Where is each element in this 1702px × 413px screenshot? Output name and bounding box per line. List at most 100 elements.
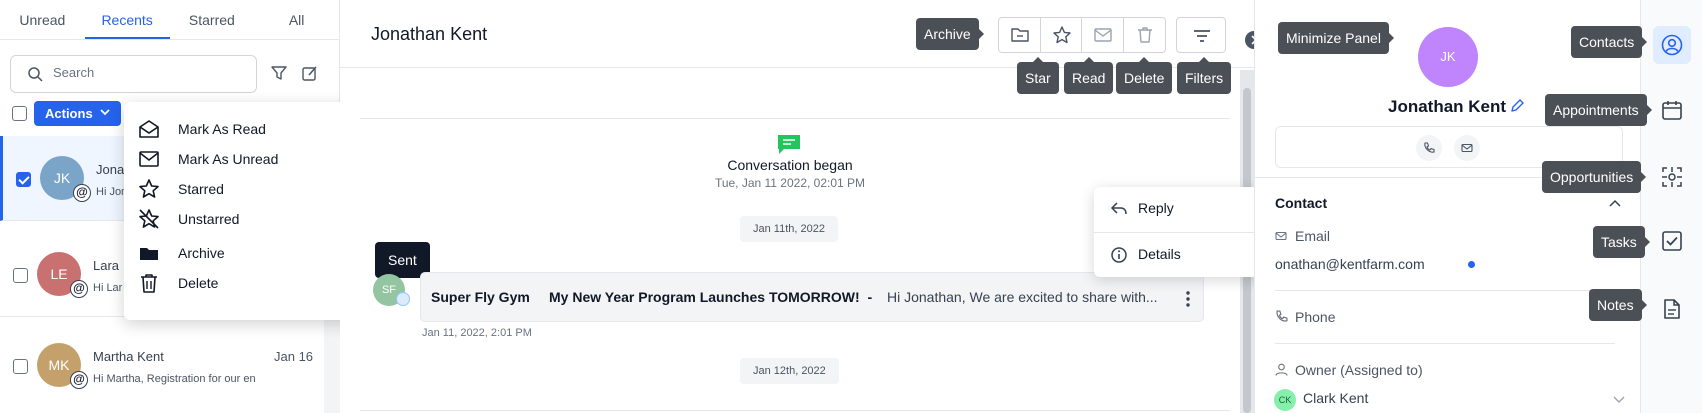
conversation-checkbox[interactable] xyxy=(13,359,28,374)
menu-item-mark-as-unread[interactable]: Mark As Unread xyxy=(138,144,368,174)
message-preview: Hi Jonathan, We are excited to share wit… xyxy=(887,289,1158,305)
star-icon xyxy=(1052,26,1071,44)
phone-icon xyxy=(1424,142,1435,153)
menu-item-label: Unstarred xyxy=(178,211,240,227)
contact-section-title[interactable]: Contact xyxy=(1275,195,1327,211)
actions-button[interactable]: Actions xyxy=(34,101,121,126)
tasks-tooltip: Tasks xyxy=(1593,226,1650,258)
user-circle-icon xyxy=(1661,34,1683,56)
read-tooltip: Read xyxy=(1064,57,1114,94)
email-channel-icon: @ xyxy=(73,184,91,202)
menu-item-label: Delete xyxy=(178,275,219,291)
rail-item-tasks[interactable] xyxy=(1653,222,1691,260)
envelope-icon xyxy=(1094,28,1112,42)
chevron-down-icon[interactable] xyxy=(1613,396,1625,404)
folder-icon xyxy=(140,248,158,260)
trash-icon xyxy=(1137,27,1152,43)
rail-item-contacts[interactable] xyxy=(1653,26,1691,64)
star-button[interactable] xyxy=(1041,18,1082,52)
menu-item-label: Starred xyxy=(178,181,224,197)
menu-item-label: Mark As Read xyxy=(178,121,266,137)
info-icon xyxy=(1111,247,1127,263)
appointments-tooltip: Appointments xyxy=(1545,94,1652,126)
conversation-tabs: Unread Recents Starred All xyxy=(0,0,339,40)
envelope-icon xyxy=(1275,231,1287,241)
conversation-header: Jonathan Kent Archive Star Read Delete F… xyxy=(340,0,1254,94)
search-input[interactable] xyxy=(53,65,243,80)
calendar-icon xyxy=(1662,101,1682,120)
divider xyxy=(360,410,1230,411)
archive-button[interactable] xyxy=(999,18,1041,52)
star-icon xyxy=(139,179,159,198)
delete-button[interactable] xyxy=(1124,18,1165,52)
document-icon xyxy=(1664,299,1680,319)
trash-icon xyxy=(141,274,157,293)
actions-button-label: Actions xyxy=(45,106,93,121)
phone-label[interactable]: Phone xyxy=(1295,309,1335,325)
search-row xyxy=(10,55,329,93)
rail-item-opportunities[interactable] xyxy=(1653,158,1691,196)
menu-item-mark-as-read[interactable]: Mark As Read xyxy=(138,114,368,144)
folder-icon xyxy=(1011,28,1029,42)
conversation-name: Martha Kent xyxy=(93,349,164,364)
actions-menu: Mark As Read Mark As Unread Starred Unst… xyxy=(124,102,374,320)
filter-icon[interactable] xyxy=(270,64,288,82)
contacts-tooltip: Contacts xyxy=(1571,26,1648,58)
contact-name: Jonathan Kent xyxy=(1388,97,1507,116)
email-channel-icon: @ xyxy=(70,371,88,389)
email-button[interactable] xyxy=(1454,135,1480,161)
conversation-title: Jonathan Kent xyxy=(371,24,488,44)
tab-all[interactable]: All xyxy=(254,0,339,39)
compose-icon[interactable] xyxy=(301,64,319,82)
owner-label: Owner (Assigned to) xyxy=(1295,362,1423,378)
user-icon xyxy=(1275,363,1288,376)
rail-item-notes[interactable] xyxy=(1653,290,1691,328)
conversation-began-title: Conversation began xyxy=(727,157,853,173)
email-label: Email xyxy=(1295,228,1331,244)
delete-tooltip: Delete xyxy=(1116,57,1173,94)
rail-item-appointments[interactable] xyxy=(1653,91,1691,129)
filters-button[interactable] xyxy=(1176,17,1226,53)
divider xyxy=(360,118,1230,119)
conversation-preview: Hi Martha, Registration for our en xyxy=(93,373,255,385)
conversations-app: Unread Recents Starred All Actions JK @ xyxy=(0,0,1702,413)
conversation-date: Jan 16 xyxy=(274,349,314,364)
email-message-row[interactable]: Super Fly Gym My New Year Program Launch… xyxy=(420,272,1204,322)
conversation-checkbox[interactable] xyxy=(16,172,31,187)
search-box[interactable] xyxy=(10,55,257,93)
tab-recents[interactable]: Recents xyxy=(84,0,170,39)
star-tooltip: Star xyxy=(1017,57,1059,94)
menu-item-unstarred[interactable]: Unstarred xyxy=(138,204,368,234)
chevron-down-icon xyxy=(100,109,110,116)
date-separator: Jan 12th, 2022 xyxy=(740,358,839,384)
chevron-up-icon[interactable] xyxy=(1609,199,1621,207)
pencil-icon[interactable] xyxy=(1510,99,1524,113)
list-item[interactable]: MK @ Martha Kent Hi Martha, Registration… xyxy=(0,323,324,408)
star-off-icon xyxy=(139,209,159,229)
search-icon xyxy=(28,67,43,82)
menu-item-label: Archive xyxy=(178,245,225,261)
envelope-icon xyxy=(1461,143,1473,153)
select-all-checkbox[interactable] xyxy=(12,106,27,121)
owner-select[interactable]: Clark Kent xyxy=(1303,390,1368,406)
archive-tooltip: Archive xyxy=(916,18,984,50)
conversation-checkbox[interactable] xyxy=(13,268,28,283)
message-subject: My New Year Program Launches TOMORROW! - xyxy=(549,289,873,305)
menu-item-archive[interactable]: Archive xyxy=(138,238,368,268)
tab-unread[interactable]: Unread xyxy=(0,0,85,39)
email-value[interactable]: onathan@kentfarm.com xyxy=(1275,256,1425,272)
more-vertical-icon[interactable] xyxy=(1185,290,1191,308)
email-channel-icon: @ xyxy=(70,280,88,298)
minimize-panel-tooltip: Minimize Panel xyxy=(1278,22,1394,54)
conversation-toolbar xyxy=(998,17,1166,53)
read-button[interactable] xyxy=(1082,18,1124,52)
message-time: Jan 11, 2022, 2:01 PM xyxy=(422,327,532,339)
opportunities-tooltip: Opportunities xyxy=(1542,161,1647,193)
menu-item-delete[interactable]: Delete xyxy=(138,268,368,298)
call-button[interactable] xyxy=(1416,135,1442,161)
menu-item-starred[interactable]: Starred xyxy=(138,174,368,204)
chat-icon xyxy=(778,135,800,154)
context-item-label: Details xyxy=(1138,246,1181,262)
tab-starred[interactable]: Starred xyxy=(170,0,255,39)
message-sender: Super Fly Gym xyxy=(431,289,530,305)
